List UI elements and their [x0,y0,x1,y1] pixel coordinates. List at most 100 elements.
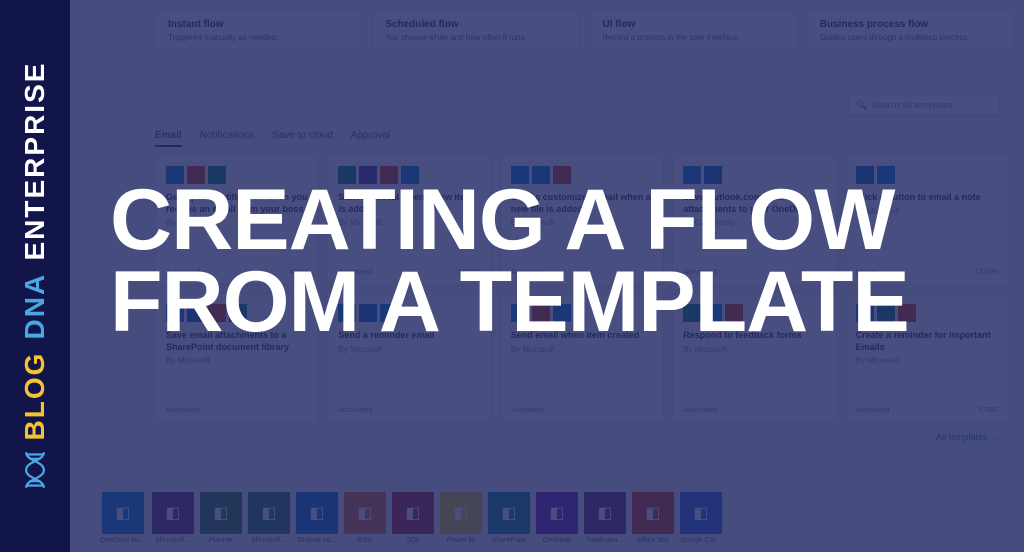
connector-icon [683,166,701,184]
connector-icon [532,166,550,184]
flow-type-desc: Guides users through a multistep process… [820,33,1001,42]
search-input[interactable]: 🔍 Search all templates [849,94,999,116]
template-footer: Automated [683,407,825,414]
tab-notifications[interactable]: Notifications [200,130,254,147]
connector-icon [166,304,184,322]
template-title: Respond to feedback forms [683,330,825,342]
template-card[interactable]: Send a customized email when a new file … [500,155,664,285]
connector-icon [380,166,398,184]
app-icon-item[interactable]: ◧Outlook.co... [296,492,338,544]
template-card[interactable]: Respond to feedback forms By Microsoft Aut… [672,293,836,423]
app-icon-item[interactable]: ◧ Office 365 [632,492,674,544]
template-author: By Community [683,218,825,227]
template-card[interactable]: Get a push notification when you receive… [155,155,319,285]
template-footer: Automated37983 [856,407,998,414]
template-tabs: Email Notifications Save to cloud Approv… [155,130,390,147]
template-title: Send a reminder email [338,330,480,342]
sidebar-brand: BLOG DNA ENTERPRISE [19,62,51,441]
app-label: Notificatio... [587,537,624,544]
template-footer: Automated [166,407,308,414]
app-label: SQL [406,537,420,544]
connector-icon [380,304,398,322]
search-placeholder: Search all templates [871,100,953,110]
connector-icon [511,166,529,184]
template-footer: Instant123336 [856,269,998,276]
app-icon: ◧ [584,492,626,534]
connector-icon [725,304,743,322]
connector-icon [166,166,184,184]
flow-type-desc: Record a process in the user interface. [603,33,784,42]
template-footer: Automated [511,269,653,276]
app-icon-item[interactable]: ◧ RSS [344,492,386,544]
template-card[interactable]: Send email when item created By Microsoft… [500,293,664,423]
connector-icon [208,304,226,322]
template-author: By Microsoft [338,218,480,227]
app-label: Planner [209,537,233,544]
all-templates-link[interactable]: All templates → [936,432,999,442]
app-icon: ◧ [102,492,144,534]
app-icon-item[interactable]: ◧SharePoint [488,492,530,544]
template-card[interactable]: Save Outlook.com email attachments to yo… [672,155,836,285]
template-title: Save email attachments to a SharePoint d… [166,330,308,353]
app-icon-item[interactable]: ◧ Notificatio... [584,492,626,544]
template-card[interactable]: Create a reminder for important EmailsBy… [845,293,1009,423]
template-card[interactable]: Save email attachments to a SharePoint d… [155,293,319,423]
flow-type-card[interactable]: Scheduled flow You choose when and how o… [372,10,579,51]
app-icon: ◧ [440,492,482,534]
tab-email[interactable]: Email [155,130,182,147]
connector-icon [187,304,205,322]
template-title: Send email when item created [511,330,653,342]
connector-icon [704,166,722,184]
connector-icon [359,166,377,184]
flow-type-card[interactable]: Instant flow Triggered manually as neede… [155,10,362,51]
template-title: Start approval when a new item is added [338,192,480,215]
dna-icon [21,450,49,490]
app-icon-item[interactable]: ◧ OneDrive Bu... [100,492,146,544]
app-icons-row: ◧OneDrive Bu...◧Microsoft...◧Planner◧Mic… [100,492,1014,544]
flow-type-card[interactable]: Business process flow Guides users throu… [807,10,1014,51]
app-label: OneDrive Bu... [100,537,146,544]
search-icon: 🔍 [856,100,867,111]
app-label: Power BI [447,537,475,544]
connector-icon [856,166,874,184]
template-author: By Microsoft [683,345,825,354]
app-icon: ◧ [632,492,674,534]
connector-icon [401,166,419,184]
app-label: Outlook.co... [297,537,336,544]
connector-icon [704,304,722,322]
app-icon-item[interactable]: ◧Planner [200,492,242,544]
app-icon-item[interactable]: ◧Microsoft... [152,492,194,544]
template-title: Create a reminder for important Emails [856,330,998,353]
flow-type-desc: Triggered manually as needed. [168,33,349,42]
app-icon: ◧ [344,492,386,534]
app-label: Office 365 [637,537,669,544]
connector-icon [511,304,529,322]
connector-icon [187,166,205,184]
template-title: Click a button to email a note [856,192,998,204]
connector-icon [208,166,226,184]
flow-type-title: Scheduled flow [385,19,566,30]
app-icon: ◧ [152,492,194,534]
connector-icon [877,166,895,184]
flow-type-title: Business process flow [820,19,1001,30]
app-icon-item[interactable]: ◧Microsoft... [248,492,290,544]
flow-type-card[interactable]: UI flow Record a process in the user int… [590,10,797,51]
template-card[interactable]: Send a reminder emailBy MicrosoftAutomat… [327,293,491,423]
template-card[interactable]: Click a button to email a noteBy Microso… [845,155,1009,285]
template-card[interactable]: Start approval when a new item is added B… [327,155,491,285]
app-icon-item[interactable]: ◧ Power BI [440,492,482,544]
background-ui: Instant flow Triggered manually as neede… [0,0,1024,552]
app-icon-item[interactable]: ◧Google Cal... [680,492,722,544]
template-author: By Microsoft [511,345,653,354]
app-icon: ◧ [680,492,722,534]
app-icon-item[interactable]: ◧SQL [392,492,434,544]
app-icon: ◧ [488,492,530,534]
connector-icon [683,304,701,322]
flow-type-row: Instant flow Triggered manually as neede… [155,0,1014,61]
app-icon-item[interactable]: ◧OneNote [536,492,578,544]
app-label: RSS [358,537,372,544]
connector-icon [898,304,916,322]
tab-save-to-cloud[interactable]: Save to cloud [272,130,333,147]
tab-approval[interactable]: Approval [351,130,390,147]
template-footer: Automated [338,407,480,414]
